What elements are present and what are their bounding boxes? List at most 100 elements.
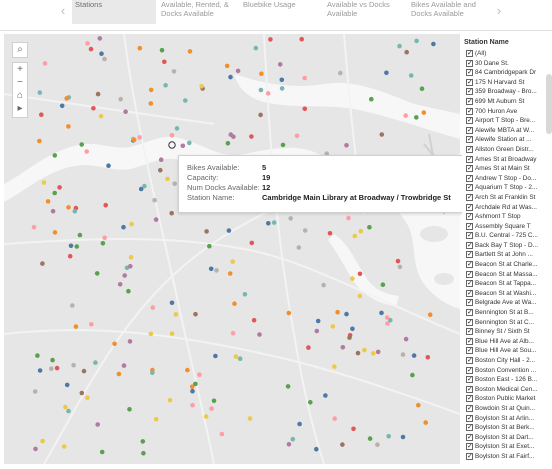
station-marker[interactable] bbox=[54, 365, 60, 371]
station-marker[interactable] bbox=[59, 103, 65, 109]
legend-item[interactable]: ✓ Ashmont T Stop bbox=[462, 212, 552, 222]
checkbox-checked-icon[interactable]: ✓ bbox=[466, 424, 473, 432]
station-marker[interactable] bbox=[167, 397, 173, 403]
legend-item[interactable]: ✓ Alewife Station at ... bbox=[462, 135, 552, 145]
legend-item[interactable]: ✓ Ames St at Main St bbox=[462, 164, 552, 174]
station-marker[interactable] bbox=[314, 328, 320, 334]
checkbox-checked-icon[interactable]: ✓ bbox=[466, 136, 473, 144]
tab-scroll-left-icon[interactable]: ‹ bbox=[56, 0, 70, 30]
station-marker[interactable] bbox=[259, 71, 264, 76]
station-marker[interactable] bbox=[81, 368, 87, 374]
station-marker[interactable] bbox=[79, 142, 84, 147]
station-marker[interactable] bbox=[70, 303, 75, 308]
legend-item[interactable]: ✓ Archdale Rd at Was... bbox=[462, 203, 552, 213]
station-marker[interactable] bbox=[367, 436, 373, 441]
station-marker[interactable] bbox=[40, 438, 45, 444]
play-icon[interactable]: ▸ bbox=[13, 102, 27, 115]
checkbox-checked-icon[interactable]: ✓ bbox=[466, 78, 473, 86]
station-marker[interactable] bbox=[224, 63, 230, 69]
station-marker[interactable] bbox=[416, 402, 421, 408]
station-marker[interactable] bbox=[42, 61, 48, 66]
checkbox-checked-icon[interactable]: ✓ bbox=[466, 222, 473, 230]
station-marker[interactable] bbox=[290, 436, 296, 442]
station-marker[interactable] bbox=[112, 341, 117, 347]
station-marker[interactable] bbox=[357, 293, 363, 299]
checkbox-checked-icon[interactable]: ✓ bbox=[466, 318, 473, 326]
legend-item[interactable]: ✓ Boston East - 126 B... bbox=[462, 375, 552, 385]
station-marker[interactable] bbox=[414, 115, 419, 120]
station-marker[interactable] bbox=[265, 91, 271, 96]
station-marker[interactable] bbox=[193, 381, 198, 387]
checkbox-checked-icon[interactable]: ✓ bbox=[466, 251, 473, 259]
station-marker[interactable] bbox=[299, 36, 305, 42]
station-marker[interactable] bbox=[332, 364, 337, 369]
station-marker[interactable] bbox=[384, 70, 389, 76]
station-marker[interactable] bbox=[251, 317, 257, 323]
station-marker[interactable] bbox=[52, 230, 58, 235]
station-marker[interactable] bbox=[52, 190, 57, 196]
station-marker[interactable] bbox=[347, 335, 352, 340]
legend-item[interactable]: ✓ Allston Green Distr... bbox=[462, 145, 552, 155]
checkbox-checked-icon[interactable]: ✓ bbox=[466, 174, 473, 182]
station-marker[interactable] bbox=[169, 300, 175, 306]
legend-item[interactable]: ✓ Boston Public Market bbox=[462, 394, 552, 404]
station-marker[interactable] bbox=[400, 434, 406, 440]
station-marker[interactable] bbox=[50, 357, 55, 363]
legend-item[interactable]: ✓ Alewife MBTA at W... bbox=[462, 126, 552, 136]
legend-item[interactable]: ✓ 175 N Harvard St bbox=[462, 78, 552, 88]
station-marker[interactable] bbox=[33, 446, 38, 452]
legend-item[interactable]: ✓ Blue Hill Ave at Alb... bbox=[462, 337, 552, 347]
station-marker[interactable] bbox=[199, 84, 204, 89]
checkbox-checked-icon[interactable]: ✓ bbox=[466, 347, 473, 355]
station-marker[interactable] bbox=[357, 271, 363, 277]
station-marker[interactable] bbox=[31, 224, 37, 230]
station-marker[interactable] bbox=[103, 202, 108, 208]
station-marker[interactable] bbox=[163, 83, 168, 88]
legend-item[interactable]: ✓ Bennington St at C... bbox=[462, 318, 552, 328]
station-marker[interactable] bbox=[414, 38, 419, 44]
legend-item[interactable]: ✓ Beacon St at Washi... bbox=[462, 289, 552, 299]
station-marker[interactable] bbox=[279, 86, 285, 91]
station-marker[interactable] bbox=[187, 140, 192, 146]
station-marker[interactable] bbox=[346, 215, 351, 221]
station-marker[interactable] bbox=[71, 362, 76, 368]
legend-item[interactable]: ✓ Binney St / Sixth St bbox=[462, 327, 552, 337]
legend-item[interactable]: ✓ Boston Medical Cen... bbox=[462, 385, 552, 395]
station-marker[interactable] bbox=[66, 408, 71, 414]
station-marker[interactable] bbox=[150, 305, 156, 310]
station-marker[interactable] bbox=[128, 254, 134, 260]
station-marker[interactable] bbox=[85, 395, 90, 401]
station-marker[interactable] bbox=[358, 228, 364, 234]
home-icon[interactable]: ⌂ bbox=[13, 89, 27, 102]
checkbox-checked-icon[interactable]: ✓ bbox=[466, 337, 473, 345]
station-marker[interactable] bbox=[302, 228, 308, 233]
checkbox-checked-icon[interactable]: ✓ bbox=[466, 126, 473, 134]
station-marker[interactable] bbox=[242, 292, 248, 297]
station-marker[interactable] bbox=[64, 382, 70, 388]
checkbox-checked-icon[interactable]: ✓ bbox=[466, 433, 473, 441]
station-marker[interactable] bbox=[148, 331, 154, 337]
station-marker[interactable] bbox=[237, 356, 243, 362]
station-marker[interactable] bbox=[247, 416, 253, 421]
station-marker[interactable] bbox=[128, 264, 133, 269]
checkbox-checked-icon[interactable]: ✓ bbox=[466, 97, 473, 105]
station-marker[interactable] bbox=[314, 446, 319, 452]
station-marker[interactable] bbox=[180, 143, 186, 149]
tab-stations[interactable]: Stations bbox=[72, 0, 156, 24]
station-marker[interactable] bbox=[85, 41, 90, 46]
station-marker[interactable] bbox=[183, 98, 188, 103]
station-marker[interactable] bbox=[190, 402, 195, 408]
station-marker[interactable] bbox=[169, 331, 175, 336]
checkbox-checked-icon[interactable]: ✓ bbox=[466, 328, 473, 336]
station-marker[interactable] bbox=[266, 221, 271, 226]
station-marker[interactable] bbox=[306, 345, 311, 350]
station-marker[interactable] bbox=[193, 311, 198, 317]
station-marker[interactable] bbox=[37, 138, 42, 144]
station-marker[interactable] bbox=[142, 183, 147, 189]
station-marker[interactable] bbox=[74, 244, 80, 249]
station-marker[interactable] bbox=[197, 372, 202, 378]
legend-item[interactable]: ✓ Ames St at Broadway bbox=[462, 155, 552, 165]
station-marker[interactable] bbox=[158, 157, 164, 162]
station-map[interactable]: ⌕ + − ⌂ ▸ bbox=[4, 34, 460, 464]
station-marker[interactable] bbox=[332, 416, 338, 421]
